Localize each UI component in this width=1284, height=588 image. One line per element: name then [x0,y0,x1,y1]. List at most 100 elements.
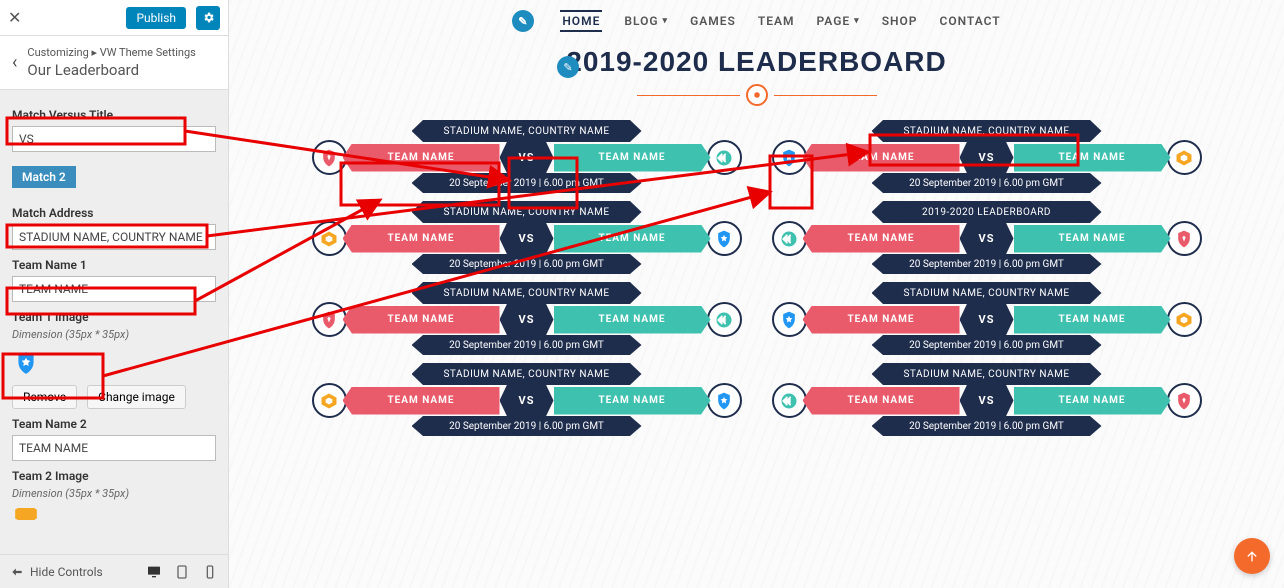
back-arrow-icon[interactable]: ‹ [12,46,17,73]
vs-pill: VS [500,384,554,418]
nav-contact[interactable]: Contact [939,10,1000,32]
img1-dimension: Dimension (35px * 35px) [12,328,216,341]
input-team1[interactable] [12,276,216,302]
team-name-left: TEAM NAME [343,306,500,334]
team-name-right: TEAM NAME [554,144,711,172]
match-card: STADIUM NAME, COUNTRY NAME TEAM NAME VS … [772,363,1202,436]
team-name-left: TEAM NAME [343,144,500,172]
vs-pill: VS [960,303,1014,337]
field-label-team1: Team Name 1 [12,258,216,272]
site-nav: ✎ Home Blog▾ Games Team Page▾ Shop Conta… [229,0,1284,38]
soccer-ball-icon [746,84,768,106]
match-card: STADIUM NAME, COUNTRY NAME TEAM NAME VS … [772,282,1202,355]
team-badge-left [772,140,807,175]
team-badge-right [707,302,742,337]
desktop-view-icon[interactable] [146,564,162,580]
stadium-ribbon: STADIUM NAME, COUNTRY NAME [312,201,742,223]
leaderboard-title: 2019-2020 LEADERBOARD [229,46,1284,78]
stadium-ribbon: STADIUM NAME, COUNTRY NAME [772,282,1202,304]
team-name-left: TEAM NAME [803,144,960,172]
nav-games[interactable]: Games [690,10,736,32]
team-badge-right [707,140,742,175]
collapse-icon [10,565,24,579]
remove-image-button[interactable]: Remove [12,385,77,409]
team2-image-thumb[interactable] [12,508,40,520]
field-label-address: Match Address [12,206,216,220]
breadcrumb: Customizing ▸ VW Theme Settings [27,46,195,59]
nav-page[interactable]: Page▾ [817,10,860,32]
sidebar-top-bar: ✕ Publish [0,0,228,36]
team-badge-right [1167,302,1202,337]
mobile-view-icon[interactable] [202,564,218,580]
vs-pill: VS [960,141,1014,175]
team-name-left: TEAM NAME [803,306,960,334]
team-badge-right [1167,140,1202,175]
team-name-right: TEAM NAME [554,306,711,334]
team-badge-left [772,383,807,418]
stadium-ribbon: STADIUM NAME, COUNTRY NAME [312,282,742,304]
hide-controls-label: Hide Controls [30,565,103,579]
vs-pill: VS [500,303,554,337]
team-name-left: TEAM NAME [343,387,500,415]
change-image-button[interactable]: Change image [87,385,186,409]
date-ribbon: 20 September 2019 | 6.00 pm GMT [312,335,742,355]
date-ribbon: 20 September 2019 | 6.00 pm GMT [312,254,742,274]
hide-controls-button[interactable]: Hide Controls [10,565,103,579]
nav-home[interactable]: Home [560,10,602,32]
team-name-left: TEAM NAME [803,387,960,415]
close-icon[interactable]: ✕ [8,8,21,27]
date-ribbon: 20 September 2019 | 6.00 pm GMT [312,173,742,193]
team-badge-right [707,383,742,418]
team-badge-left [772,302,807,337]
customizer-sidebar: ✕ Publish ‹ Customizing ▸ VW Theme Setti… [0,0,229,588]
team-badge-left [312,140,347,175]
title-divider [637,84,877,106]
input-team2[interactable] [12,435,216,461]
edit-shortcut-icon[interactable]: ✎ [557,56,579,78]
nav-team[interactable]: Team [758,10,795,32]
match-card: STADIUM NAME, COUNTRY NAME TEAM NAME VS … [312,282,742,355]
field-label-team2: Team Name 2 [12,417,216,431]
settings-gear-button[interactable] [196,6,220,30]
team-name-left: TEAM NAME [803,225,960,253]
vs-pill: VS [960,384,1014,418]
vs-pill: VS [500,141,554,175]
match-2-button[interactable]: Match 2 [12,166,76,188]
team-name-right: TEAM NAME [554,387,711,415]
stadium-ribbon: STADIUM NAME, COUNTRY NAME [312,120,742,142]
matches-grid: STADIUM NAME, COUNTRY NAME TEAM NAME VS … [229,120,1284,436]
sidebar-bottom-bar: Hide Controls [0,554,228,588]
date-ribbon: 20 September 2019 | 6.00 pm GMT [772,335,1202,355]
team-badge-right [1167,383,1202,418]
chevron-up-icon [1244,548,1260,564]
team-name-right: TEAM NAME [1014,144,1171,172]
edit-shortcut-icon[interactable]: ✎ [512,10,534,32]
match-card: 2019-2020 LEADERBOARD TEAM NAME VS TEAM … [772,201,1202,274]
stadium-ribbon: STADIUM NAME, COUNTRY NAME [772,363,1202,385]
match-card: STADIUM NAME, COUNTRY NAME TEAM NAME VS … [312,363,742,436]
field-label-img1: Team 1 Image [12,310,216,324]
team-badge-left [312,383,347,418]
input-address[interactable] [12,224,216,250]
team-badge-right [1167,221,1202,256]
chevron-down-icon: ▾ [854,16,860,26]
gear-icon [202,11,215,24]
team-badge-left [312,221,347,256]
input-versus[interactable] [12,126,216,152]
team-name-right: TEAM NAME [1014,387,1171,415]
stadium-ribbon: 2019-2020 LEADERBOARD [772,201,1202,223]
scroll-to-top-button[interactable] [1234,538,1270,574]
nav-blog[interactable]: Blog▾ [624,10,668,32]
team-badge-left [772,221,807,256]
vs-pill: VS [960,222,1014,256]
form-area: Match Versus Title Match 2 Match Address… [0,90,228,554]
team-name-right: TEAM NAME [1014,225,1171,253]
team1-image-thumb[interactable] [12,349,40,377]
tablet-view-icon[interactable] [174,564,190,580]
nav-shop[interactable]: Shop [882,10,918,32]
publish-button[interactable]: Publish [126,7,186,29]
breadcrumb-row: ‹ Customizing ▸ VW Theme Settings Our Le… [0,36,228,90]
date-ribbon: 20 September 2019 | 6.00 pm GMT [312,416,742,436]
stadium-ribbon: STADIUM NAME, COUNTRY NAME [312,363,742,385]
img2-dimension: Dimension (35px * 35px) [12,487,216,500]
